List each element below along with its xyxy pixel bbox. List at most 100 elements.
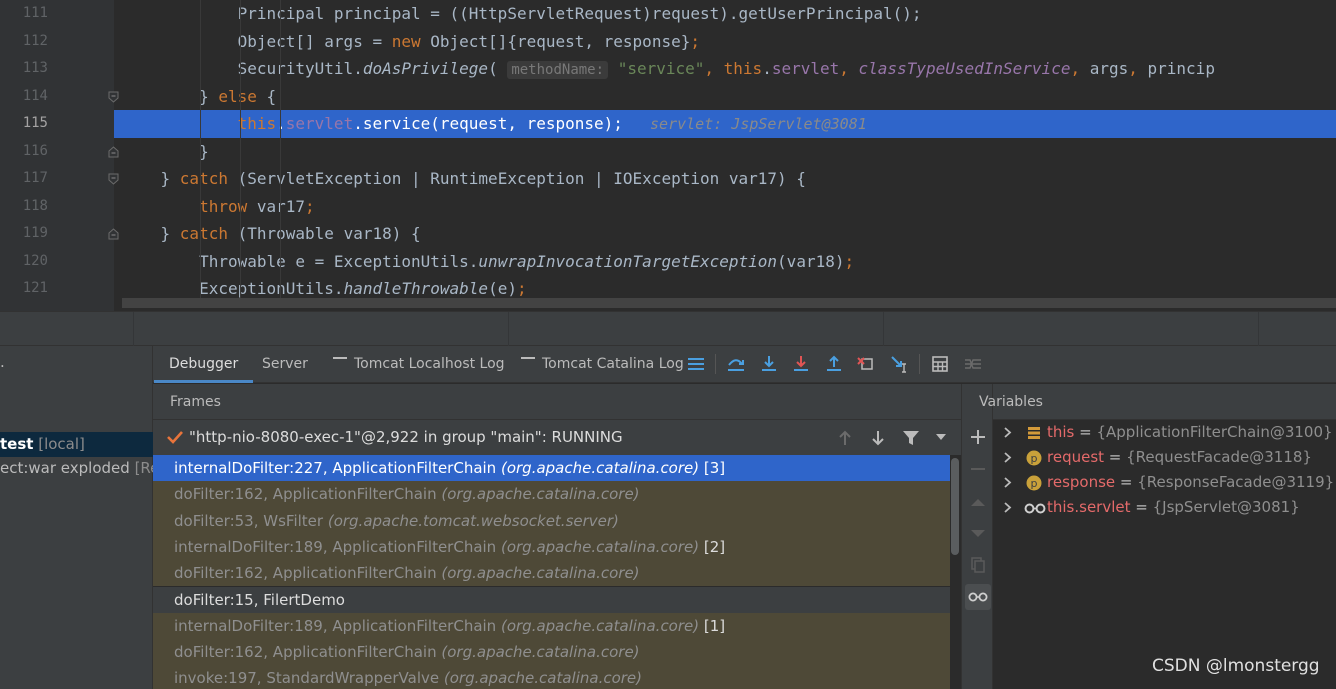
- step-out-button[interactable]: [824, 354, 844, 374]
- code-token: ,: [704, 59, 724, 78]
- chevron-right-icon[interactable]: [1003, 452, 1012, 463]
- drop-frame-button[interactable]: [856, 354, 876, 374]
- thread-selector[interactable]: "http-nio-8080-exec-1"@2,922 in group "m…: [153, 420, 961, 455]
- arrow-up-icon[interactable]: [837, 429, 853, 447]
- stack-frame-row[interactable]: internalDoFilter:227, ApplicationFilterC…: [153, 455, 950, 482]
- code-token: ,: [839, 59, 859, 78]
- tab-label: Debugger: [169, 356, 239, 372]
- artifact-tag: [Re: [134, 459, 153, 477]
- line-number[interactable]: 120: [0, 248, 48, 276]
- unfold-marker-icon[interactable]: [108, 228, 119, 240]
- code-token: princip: [1147, 59, 1215, 78]
- code-token: ;: [690, 31, 700, 51]
- code-text[interactable]: SecurityUtil.doAsPrivilege( methodName: …: [122, 55, 1215, 83]
- chevron-right-icon[interactable]: [1003, 477, 1012, 488]
- stack-frame-row[interactable]: internalDoFilter:189, ApplicationFilterC…: [153, 533, 950, 561]
- copy-icon[interactable]: [969, 556, 987, 574]
- code-token: doAsPrivilege: [362, 59, 489, 78]
- drop-frame-icon: [857, 357, 873, 370]
- frames-title: Frames: [170, 394, 221, 410]
- chevron-right-icon[interactable]: [1003, 502, 1012, 513]
- line-number[interactable]: 119: [0, 220, 48, 248]
- code-token: catch: [179, 224, 228, 243]
- stack-frame-row[interactable]: doFilter:162, ApplicationFilterChain (or…: [153, 481, 950, 508]
- line-number[interactable]: 111: [0, 0, 48, 28]
- frames-list[interactable]: internalDoFilter:227, ApplicationFilterC…: [153, 455, 950, 689]
- arrow-down-icon[interactable]: [870, 429, 886, 447]
- watch-icon: [1024, 503, 1046, 514]
- code-text[interactable]: throw var17;: [122, 193, 315, 221]
- force-step-into-button[interactable]: [791, 354, 811, 374]
- variable-row[interactable]: this.servlet = {JspServlet@3081}: [993, 495, 1336, 520]
- add-icon[interactable]: [969, 428, 987, 446]
- services-tree-row[interactable]: .: [0, 350, 153, 374]
- code-text[interactable]: } catch (ServletException | RuntimeExcep…: [122, 165, 806, 193]
- line-number[interactable]: 121: [0, 275, 48, 303]
- fold-marker-icon[interactable]: [108, 91, 119, 103]
- thread-name: "http-nio-8080-exec-1"@2,922 in group "m…: [189, 428, 623, 446]
- code-text[interactable]: Principal principal = ((HttpServletReque…: [122, 0, 922, 28]
- step-into-button[interactable]: [759, 354, 779, 374]
- indent-guide: [240, 0, 241, 298]
- evaluate-expression-button[interactable]: [930, 354, 950, 374]
- code-token: this: [237, 114, 277, 133]
- remove-icon[interactable]: [969, 460, 987, 478]
- stack-frame-row[interactable]: doFilter:162, ApplicationFilterChain (or…: [153, 560, 950, 587]
- variable-row[interactable]: p request = {RequestFacade@3118}: [993, 445, 1336, 470]
- variables-toolbar: [961, 384, 993, 689]
- line-number[interactable]: 117: [0, 165, 48, 193]
- variable-value: {ResponseFacade@3119}: [1137, 473, 1335, 491]
- line-number[interactable]: 114: [0, 83, 48, 111]
- services-tree-item-artifact[interactable]: ect:war exploded [Re: [0, 456, 153, 481]
- stack-frame-row[interactable]: doFilter:15, FilertDemo: [153, 586, 950, 613]
- force-step-into-icon: [794, 356, 808, 371]
- variable-row[interactable]: p response = {ResponseFacade@3119}: [993, 470, 1336, 495]
- move-down-icon[interactable]: [969, 524, 987, 542]
- variables-tree[interactable]: this = {ApplicationFilterChain@3100} p req…: [993, 420, 1336, 689]
- stack-frame-row[interactable]: doFilter:53, WsFilter (org.apache.tomcat…: [153, 507, 950, 534]
- frames-scrollbar[interactable]: [951, 458, 959, 555]
- line-number[interactable]: 115: [0, 110, 48, 138]
- show-execution-point-button[interactable]: [686, 354, 706, 374]
- checkmark-icon: [167, 431, 183, 444]
- code-editor[interactable]: 111 Principal principal = ((HttpServletR…: [0, 0, 1336, 311]
- code-token: new: [391, 31, 421, 51]
- step-over-button[interactable]: [726, 354, 746, 374]
- code-text[interactable]: this.servlet.service(request, response);…: [122, 110, 867, 139]
- code-text[interactable]: Throwable e = ExceptionUtils.unwrapInvoc…: [122, 248, 854, 276]
- tab-tomcat-catalina-log[interactable]: Tomcat Catalina Log: [521, 346, 684, 383]
- code-text[interactable]: } catch (Throwable var18) {: [122, 220, 421, 248]
- editor-horizontal-scrollbar[interactable]: [122, 298, 1336, 308]
- tab-server[interactable]: Server: [262, 346, 308, 383]
- line-number[interactable]: 112: [0, 28, 48, 56]
- tab-tomcat-localhost-log[interactable]: Tomcat Localhost Log: [333, 346, 505, 383]
- services-tree-item-test[interactable]: test [local]: [0, 432, 153, 457]
- line-number[interactable]: 113: [0, 55, 48, 83]
- fold-marker-icon[interactable]: [108, 173, 119, 185]
- debug-tool-window-tabs: Debugger Server Tomcat Localhost Log Tom…: [153, 346, 1336, 383]
- run-to-cursor-button[interactable]: [890, 354, 910, 374]
- code-token: {: [256, 86, 277, 106]
- stack-frame-row[interactable]: doFilter:162, ApplicationFilterChain (or…: [153, 639, 950, 666]
- services-tree[interactable]: . test [local] ect:war exploded [Re: [0, 346, 153, 689]
- filter-icon[interactable]: [902, 429, 920, 447]
- line-number[interactable]: 116: [0, 138, 48, 166]
- show-watches-toggle[interactable]: [965, 584, 991, 610]
- variable-text: request = {RequestFacade@3118}: [1047, 445, 1312, 470]
- chevron-right-icon[interactable]: [1003, 427, 1012, 438]
- line-number[interactable]: 118: [0, 193, 48, 221]
- variable-row[interactable]: this = {ApplicationFilterChain@3100}: [993, 420, 1336, 445]
- code-text[interactable]: Object[] args = new Object[]{request, re…: [122, 28, 700, 56]
- code-token: Object[]{request, response}: [420, 31, 691, 51]
- tab-debugger[interactable]: Debugger: [154, 346, 254, 383]
- trace-current-stream-button[interactable]: [963, 354, 983, 374]
- chevron-down-icon[interactable]: [935, 433, 947, 441]
- code-text[interactable]: }: [122, 138, 209, 166]
- unfold-marker-icon[interactable]: [108, 145, 119, 158]
- variable-value: {RequestFacade@3118}: [1126, 448, 1312, 466]
- stack-frame-row[interactable]: internalDoFilter:189, ApplicationFilterC…: [153, 612, 950, 640]
- stack-frame-row[interactable]: invoke:197, StandardWrapperValve (org.ap…: [153, 665, 950, 689]
- move-up-icon[interactable]: [969, 494, 987, 512]
